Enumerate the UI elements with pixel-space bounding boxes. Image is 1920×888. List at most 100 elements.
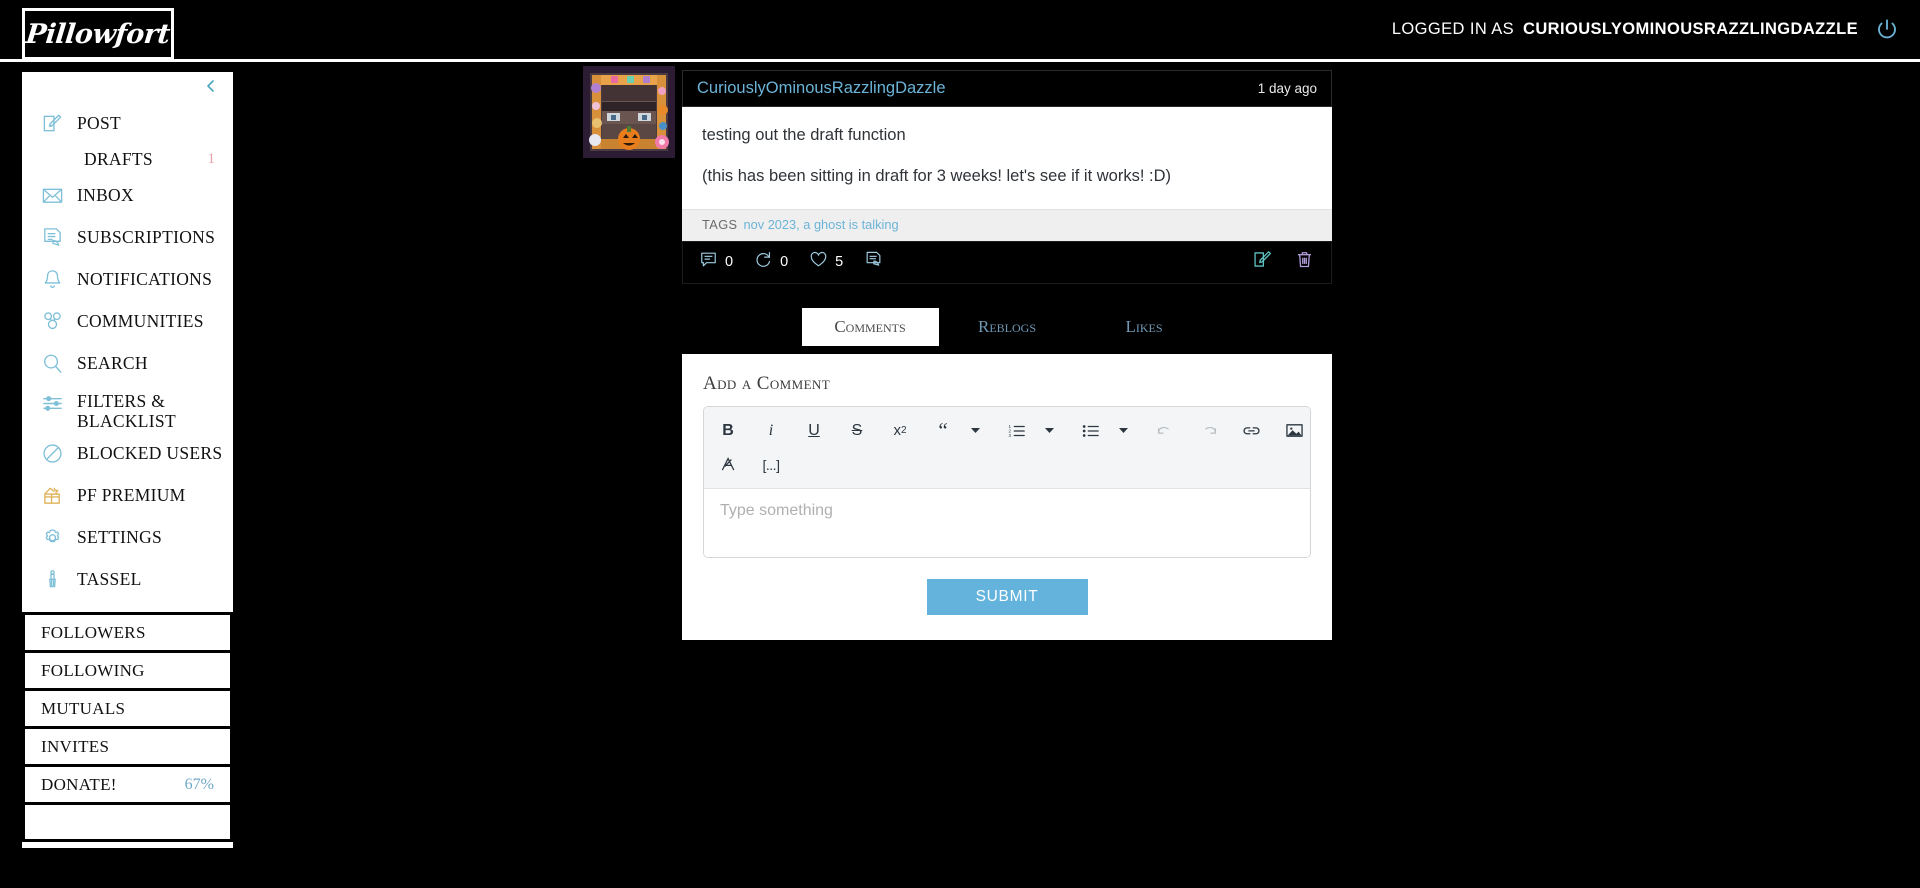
tab-reblogs[interactable]: Reblogs (939, 308, 1076, 346)
subscript-icon[interactable]: x2 (886, 417, 914, 445)
communities-icon (40, 309, 64, 333)
post-card: CuriouslyOminousRazzlingDazzle 1 day ago… (583, 66, 1332, 284)
logged-in-status: LOGGED IN AS CURIOUSLYOMINOUSRAZZLINGDAZ… (1392, 0, 1858, 59)
svg-text:3: 3 (1008, 433, 1011, 438)
trash-icon[interactable] (1294, 249, 1315, 275)
submit-button[interactable]: SUBMIT (926, 578, 1088, 615)
comment-count: 0 (725, 254, 734, 271)
box-item-label: INVITES (41, 736, 110, 756)
post-timestamp: 1 day ago (1257, 81, 1317, 96)
sidebar-item-settings[interactable]: SETTINGS (22, 516, 233, 558)
bold-icon[interactable]: B (714, 417, 742, 445)
drafts-count-badge: 1 (207, 150, 216, 167)
comment-icon (699, 250, 718, 274)
sidebar-item-donate[interactable]: DONATE! 67% (25, 767, 230, 805)
sidebar-item-followers[interactable]: FOLLOWERS (25, 615, 230, 653)
sidebar-item-drafts[interactable]: DRAFTS 1 (22, 144, 233, 174)
sidebar-boxed-empty-slot (25, 805, 230, 839)
sidebar-item-label: TASSEL (77, 568, 142, 589)
gear-icon (40, 525, 64, 549)
post-actions-left: 0 0 5 (699, 250, 883, 274)
blockquote-dropdown-icon[interactable] (961, 417, 989, 445)
power-icon[interactable] (1874, 17, 1900, 43)
share-icon (864, 250, 883, 274)
sidebar-item-label: POST (77, 112, 121, 133)
gift-icon (40, 483, 64, 507)
logo-text: Pillowfort (24, 18, 172, 50)
underline-icon[interactable]: U (800, 417, 828, 445)
sidebar-item-search[interactable]: SEARCH (22, 342, 233, 384)
sidebar-item-label: NOTIFICATIONS (77, 268, 213, 289)
post-detail-tabs: Comments Reblogs Likes (682, 307, 1332, 346)
comment-editor: B i U S x2 “ 1 2 3 [...] Type something (703, 405, 1311, 558)
sidebar-item-label: FILTERS & BLACKLIST (77, 391, 176, 432)
sidebar-collapse-row (22, 72, 233, 102)
strikethrough-icon[interactable]: S (843, 417, 871, 445)
post-paragraph: testing out the draft function (702, 126, 906, 144)
box-item-label: FOLLOWING (41, 660, 145, 680)
heart-icon (809, 250, 828, 274)
clear-format-icon[interactable] (714, 451, 742, 479)
block-icon (40, 441, 64, 465)
bullet-list-icon[interactable] (1077, 417, 1105, 445)
box-item-label: FOLLOWERS (41, 622, 146, 642)
tags-list[interactable]: nov 2023, a ghost is talking (744, 217, 899, 232)
like-count: 5 (835, 254, 844, 271)
sidebar-item-filters-blacklist[interactable]: FILTERS & BLACKLIST (22, 384, 233, 432)
logged-in-username: CURIOUSLYOMINOUSRAZZLINGDAZZLE (1523, 20, 1858, 38)
ordered-list-dropdown-icon[interactable] (1035, 417, 1063, 445)
sidebar-item-communities[interactable]: COMMUNITIES (22, 300, 233, 342)
link-icon[interactable] (1237, 417, 1265, 445)
editor-toolbar-row-2: [...] (714, 448, 1300, 482)
sidebar-item-invites[interactable]: INVITES (25, 729, 230, 767)
blockquote-icon[interactable]: “ (929, 417, 957, 445)
sidebar-item-tassel[interactable]: TASSEL (22, 558, 233, 600)
tab-comments[interactable]: Comments (801, 307, 939, 346)
ordered-list-icon[interactable]: 1 2 3 (1003, 417, 1031, 445)
image-icon[interactable] (1280, 417, 1308, 445)
editor-toolbar: B i U S x2 “ 1 2 3 [...] (704, 406, 1310, 489)
share-action[interactable] (864, 250, 883, 274)
avatar[interactable] (583, 66, 675, 158)
post-tags-row: TAGS nov 2023, a ghost is talking (682, 208, 1332, 241)
sidebar-boxed-list: FOLLOWERS FOLLOWING MUTUALS INVITES DONA… (22, 612, 233, 842)
like-action[interactable]: 5 (809, 250, 843, 274)
sidebar-item-inbox[interactable]: INBOX (22, 174, 233, 216)
post-actions-right (1252, 249, 1315, 275)
box-item-label: DONATE! (41, 774, 117, 794)
tab-label: Likes (1125, 316, 1163, 336)
left-sidebar: POST DRAFTS 1 INBOX SUBSCRIPTIONS NOTIFI… (22, 72, 233, 848)
comment-placeholder: Type something (720, 501, 833, 519)
post-header: CuriouslyOminousRazzlingDazzle 1 day ago (682, 70, 1332, 107)
bullet-list-dropdown-icon[interactable] (1109, 417, 1137, 445)
sidebar-item-post[interactable]: POST (22, 102, 233, 144)
tab-likes[interactable]: Likes (1076, 308, 1213, 346)
chevron-left-icon[interactable] (203, 78, 219, 94)
sidebar-item-mutuals[interactable]: MUTUALS (25, 691, 230, 729)
sidebar-item-pf-premium[interactable]: PF PREMIUM (22, 474, 233, 516)
tab-label: Reblogs (977, 316, 1036, 336)
more-options-icon[interactable]: [...] (757, 451, 785, 479)
undo-icon[interactable] (1151, 417, 1179, 445)
tab-label: Comments (834, 316, 906, 336)
site-logo[interactable]: Pillowfort (22, 8, 174, 60)
bell-icon (40, 267, 64, 291)
logged-in-label: LOGGED IN AS (1391, 20, 1515, 38)
post-author-link[interactable]: CuriouslyOminousRazzlingDazzle (697, 79, 946, 98)
italic-icon[interactable]: i (757, 417, 785, 445)
sidebar-item-label: DRAFTS (84, 148, 153, 169)
comment-action[interactable]: 0 (699, 250, 733, 274)
sidebar-item-label: PF PREMIUM (77, 484, 186, 505)
sliders-icon (40, 391, 64, 415)
edit-icon[interactable] (1252, 249, 1273, 275)
post-paragraph: (this has been sitting in draft for 3 we… (702, 166, 1172, 185)
sidebar-item-blocked-users[interactable]: BLOCKED USERS (22, 432, 233, 474)
sidebar-item-following[interactable]: FOLLOWING (25, 653, 230, 691)
sidebar-item-label: INBOX (77, 184, 134, 205)
comment-input[interactable]: Type something (704, 488, 1310, 557)
sidebar-item-subscriptions[interactable]: SUBSCRIPTIONS (22, 216, 233, 258)
donate-progress-percent: 67% (184, 775, 214, 793)
reblog-action[interactable]: 0 (754, 250, 788, 274)
redo-icon[interactable] (1194, 417, 1222, 445)
sidebar-item-notifications[interactable]: NOTIFICATIONS (22, 258, 233, 300)
